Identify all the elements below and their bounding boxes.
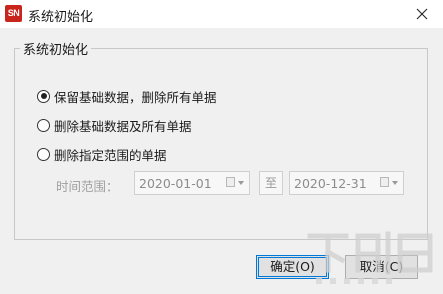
- radio-label: 删除基础数据及所有单据: [54, 118, 192, 134]
- date-range-label: 时间范围：: [56, 179, 119, 194]
- close-button[interactable]: [401, 0, 443, 28]
- app-logo-icon: SN: [5, 5, 22, 22]
- end-date-picker[interactable]: 2020-12-31: [289, 171, 404, 195]
- title-bar: SN 系统初始化: [0, 0, 443, 28]
- start-date-picker[interactable]: 2020-01-01: [134, 171, 250, 195]
- end-date-value: 2020-12-31: [294, 176, 367, 191]
- radio-button[interactable]: [37, 118, 50, 132]
- group-legend: 系统初始化: [20, 39, 92, 58]
- radio-button-checked[interactable]: [37, 89, 50, 103]
- date-separator: 至: [259, 171, 283, 195]
- calendar-dropdown-icon[interactable]: [226, 177, 248, 191]
- start-date-value: 2020-01-01: [139, 176, 212, 191]
- radio-label: 保留基础数据，删除所有单据: [54, 89, 217, 105]
- window-title: 系统初始化: [28, 10, 94, 25]
- watermark-logo-icon: [307, 231, 433, 284]
- radio-delete-all[interactable]: 删除基础数据及所有单据: [37, 117, 192, 134]
- radio-button[interactable]: [37, 147, 50, 161]
- calendar-dropdown-icon[interactable]: [380, 177, 402, 191]
- radio-keep-base-data[interactable]: 保留基础数据，删除所有单据: [37, 88, 217, 105]
- radio-label: 删除指定范围的单据: [54, 147, 167, 163]
- radio-delete-range[interactable]: 删除指定范围的单据: [37, 146, 167, 163]
- close-icon: [416, 8, 428, 20]
